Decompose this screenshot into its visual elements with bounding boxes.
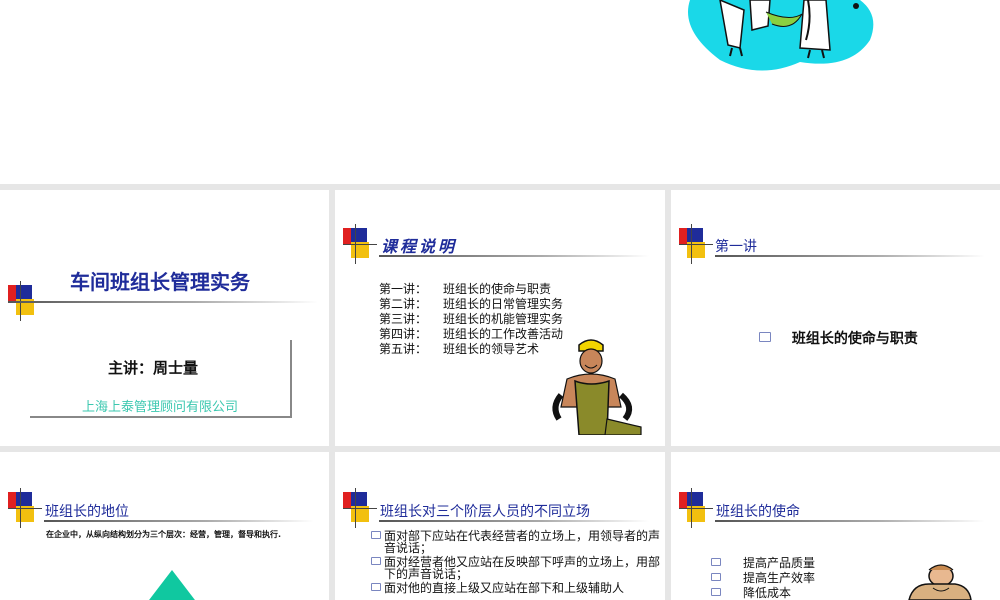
topic-item: 班组长的使命与职责 xyxy=(759,328,918,348)
lecture-row: 第五讲： 班组长的领导艺术 xyxy=(379,342,540,356)
slide-logo-icon xyxy=(8,488,42,528)
slide-three-stances[interactable]: 班组长对三个阶层人员的不同立场 面对部下应站在代表经营者的立场上，用领导者的声音… xyxy=(335,452,665,600)
speaker-name: 主讲：周士量 xyxy=(108,359,199,377)
slide-lecture-one[interactable]: 第一讲 班组长的使命与职责 xyxy=(671,190,1000,446)
lecture-row: 第三讲： 班组长的机能管理实务 xyxy=(379,312,564,326)
slide-logo-icon xyxy=(679,224,713,264)
stance-list: 面对部下应站在代表经营者的立场上，用领导者的声音说话； 面对经营者他又应站在反映… xyxy=(371,530,661,594)
book-bullet-icon xyxy=(371,557,381,565)
book-bullet-icon xyxy=(711,573,721,581)
book-bullet-icon xyxy=(711,558,721,566)
slide-mission[interactable]: 班组长的使命 提高产品质量 提高生产效率 降低成本 xyxy=(671,452,1000,600)
main-title: 车间班组长管理实务 xyxy=(70,270,250,294)
list-item: 面对部下应站在代表经营者的立场上，用领导者的声音说话； xyxy=(371,530,661,554)
book-bullet-icon xyxy=(371,531,381,539)
people-clipart xyxy=(688,0,874,71)
lecture-row: 第一讲： 班组长的使命与职责 xyxy=(379,282,552,296)
lecture-row: 第二讲： 班组长的日常管理实务 xyxy=(379,297,564,311)
book-bullet-icon xyxy=(759,332,771,342)
list-item: 提高生产效率 xyxy=(711,571,815,586)
list-item: 面对经营者他又应站在反映部下呼声的立场上，用部下的声音说话； xyxy=(371,556,661,580)
body-text: 在企业中，从纵向结构划分为三个层次：经营，管理，督导和执行. xyxy=(46,530,282,539)
company-name: 上海上泰管理顾问有限公司 xyxy=(82,400,239,415)
slide-title: 课程说明 xyxy=(381,237,458,256)
slide-title: 班组长的使命 xyxy=(716,504,800,520)
mission-list: 提高产品质量 提高生产效率 降低成本 xyxy=(711,556,815,600)
book-bullet-icon xyxy=(371,583,381,591)
slide-title[interactable]: 车间班组长管理实务 主讲：周士量 上海上泰管理顾问有限公司 xyxy=(0,190,329,446)
book-bullet-icon xyxy=(711,588,721,596)
pyramid-triangle xyxy=(146,570,198,600)
slide-course-intro[interactable]: 课程说明 第一讲： 班组长的使命与职责 第二讲： 班组长的日常管理实务 第三讲： 班组… xyxy=(335,190,665,446)
slide-title: 第一讲 xyxy=(715,239,757,255)
slide-position[interactable]: 班组长的地位 在企业中，从纵向结构划分为三个层次：经营，管理，督导和执行. xyxy=(0,452,329,600)
list-item: 面对他的直接上级又应站在部下和上级辅助人 xyxy=(371,582,661,594)
slide-title: 班组长对三个阶层人员的不同立场 xyxy=(380,504,590,520)
slide-logo-icon xyxy=(679,488,713,528)
lecture-list: 第一讲： 班组长的使命与职责 第二讲： 班组长的日常管理实务 第三讲： 班组长的机能管… xyxy=(379,282,563,357)
worker-clipart xyxy=(552,339,642,435)
lecture-row: 第四讲： 班组长的工作改善活动 xyxy=(379,327,564,341)
previous-slide-area xyxy=(0,0,1000,184)
slide-title: 班组长的地位 xyxy=(45,504,129,520)
figure-clipart xyxy=(908,564,972,600)
list-item: 降低成本 xyxy=(711,586,815,600)
list-item: 提高产品质量 xyxy=(711,556,815,571)
title-rule xyxy=(8,301,318,303)
slide-logo-icon xyxy=(343,224,377,264)
slide-logo-icon xyxy=(343,488,377,528)
